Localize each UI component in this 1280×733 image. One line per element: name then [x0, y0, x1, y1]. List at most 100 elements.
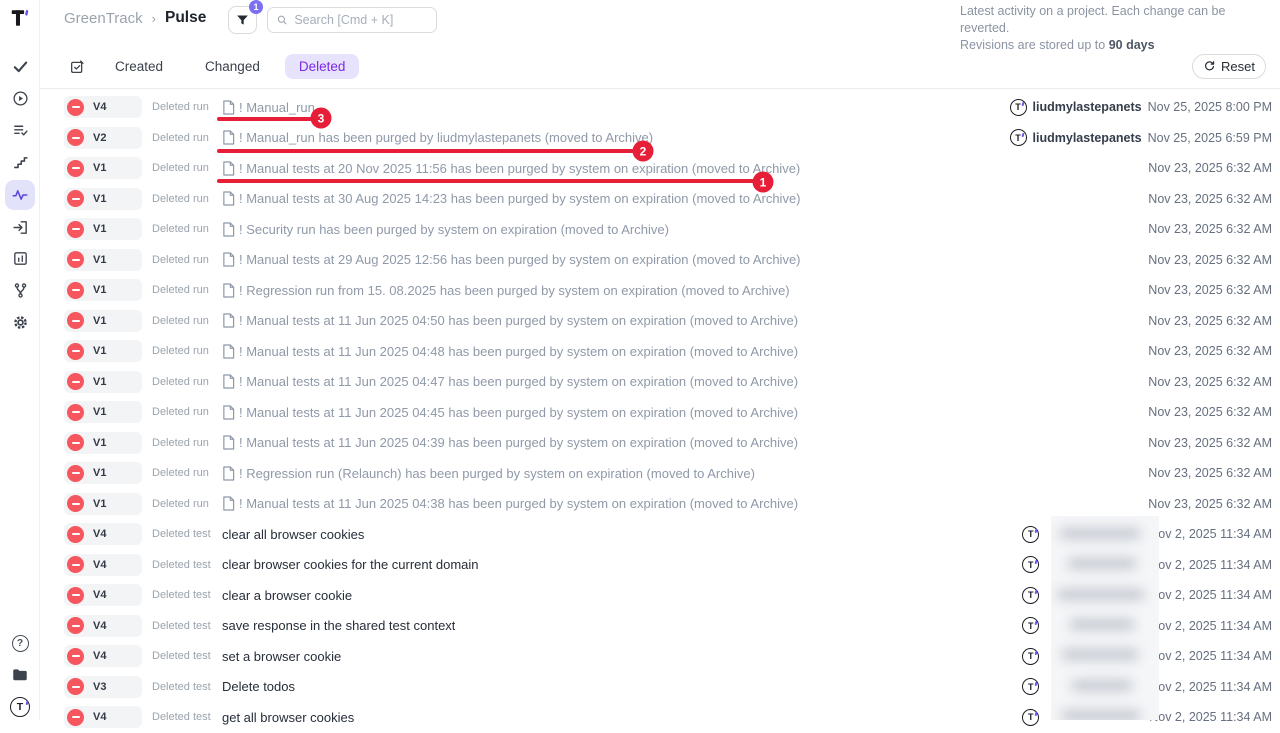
version-badge: V1 — [64, 218, 142, 240]
table-row[interactable]: V2Deleted run! Manual_run has been purge… — [40, 123, 1280, 154]
table-row[interactable]: V3Deleted testDelete todosTNov 2, 2025 1… — [40, 672, 1280, 703]
action-label: Deleted test — [152, 681, 212, 693]
entity-title: ! Manual tests at 11 Jun 2025 04:38 has … — [239, 496, 798, 511]
row-meta: TNov 2, 2025 11:34 AM — [1022, 709, 1272, 726]
entity-title: ! Manual tests at 11 Jun 2025 04:39 has … — [239, 435, 798, 450]
timestamp: Nov 23, 2025 6:32 AM — [1148, 283, 1272, 297]
file-icon — [222, 130, 235, 145]
deleted-minus-icon — [67, 343, 84, 360]
sidebar-item-branches[interactable] — [0, 274, 40, 306]
action-label: Deleted run — [152, 193, 212, 205]
table-row[interactable]: V4Deleted testclear a browser cookieTNov… — [40, 580, 1280, 611]
entity-title-wrap: ! Manual tests at 11 Jun 2025 04:48 has … — [222, 344, 798, 359]
redacted-username — [1045, 717, 1143, 718]
deleted-minus-icon — [67, 587, 84, 604]
table-row[interactable]: V1Deleted run! Manual tests at 30 Aug 20… — [40, 184, 1280, 215]
version-badge: V1 — [64, 157, 142, 179]
bar-chart-icon — [5, 243, 35, 273]
row-meta: Nov 23, 2025 6:32 AM — [1148, 405, 1272, 419]
table-row[interactable]: V1Deleted run! Manual tests at 11 Jun 20… — [40, 306, 1280, 337]
timestamp: Nov 2, 2025 11:34 AM — [1149, 649, 1272, 663]
version-badge: V1 — [64, 401, 142, 423]
row-meta: TNov 2, 2025 11:34 AM — [1022, 648, 1272, 665]
row-meta: TNov 2, 2025 11:34 AM — [1022, 556, 1272, 573]
deleted-minus-icon — [67, 434, 84, 451]
funnel-icon — [235, 13, 250, 28]
file-icon — [222, 252, 235, 267]
sidebar-item-steps[interactable] — [0, 146, 40, 178]
table-row[interactable]: V4Deleted testclear browser cookies for … — [40, 550, 1280, 581]
sidebar-item-projects[interactable] — [0, 659, 40, 691]
action-label: Deleted run — [152, 284, 212, 296]
row-meta: Nov 23, 2025 6:32 AM — [1148, 192, 1272, 206]
sidebar-item-profile[interactable]: T — [0, 691, 40, 723]
sidebar-item-pulse[interactable] — [0, 179, 40, 211]
tab-changed[interactable]: Changed — [188, 54, 277, 79]
play-circle-icon — [5, 83, 35, 113]
table-row[interactable]: V4Deleted testsave response in the share… — [40, 611, 1280, 642]
app-logo[interactable] — [0, 6, 40, 30]
table-row[interactable]: V1 Deleted run ! Regression run from 15. 0… — [40, 275, 1280, 306]
table-row[interactable]: V4Deleted testset a browser cookieTNov 2… — [40, 641, 1280, 672]
action-label: Deleted test — [152, 589, 212, 601]
table-row[interactable]: V4Deleted testclear all browser cookiesT… — [40, 519, 1280, 550]
sidebar-item-import[interactable] — [0, 211, 40, 243]
version-badge: V4 — [64, 645, 142, 667]
table-row[interactable]: V4Deleted run! Manual_runTliudmylastepan… — [40, 92, 1280, 123]
timestamp: Nov 23, 2025 6:32 AM — [1148, 405, 1272, 419]
version-label: V1 — [93, 467, 106, 479]
action-label: Deleted run — [152, 162, 212, 174]
file-icon — [222, 100, 235, 115]
breadcrumb-project-link[interactable]: GreenTrack — [64, 10, 143, 27]
main-area: GreenTrack › Pulse 1 Latest activity on … — [40, 0, 1280, 720]
entity-title-wrap: ! Regression run (Relaunch) has been pur… — [222, 466, 755, 481]
version-label: V1 — [93, 406, 106, 418]
sidebar-item-plans[interactable] — [0, 114, 40, 146]
tab-created[interactable]: Created — [98, 54, 180, 79]
reset-button[interactable]: Reset — [1192, 54, 1266, 79]
filter-count-badge: 1 — [249, 0, 263, 14]
table-row[interactable]: V1Deleted run! Manual tests at 11 Jun 20… — [40, 428, 1280, 459]
table-row[interactable]: V1Deleted run! Regression run (Relaunch)… — [40, 458, 1280, 489]
timestamp: Nov 23, 2025 6:32 AM — [1148, 436, 1272, 450]
row-meta: Nov 23, 2025 6:32 AM — [1148, 436, 1272, 450]
sidebar-item-help[interactable]: ? — [0, 627, 40, 659]
tab-deleted[interactable]: Deleted — [285, 54, 360, 79]
timestamp: Nov 2, 2025 11:34 AM — [1149, 527, 1272, 541]
avatar: T — [1022, 678, 1039, 695]
timestamp: Nov 2, 2025 11:34 AM — [1149, 588, 1272, 602]
search-input[interactable] — [294, 13, 428, 27]
breadcrumb-separator: › — [152, 11, 156, 26]
sidebar: ? T — [0, 0, 40, 720]
bulk-edit-icon[interactable] — [64, 54, 90, 80]
table-row[interactable]: V1Deleted run! Manual tests at 11 Jun 20… — [40, 336, 1280, 367]
sidebar-item-analytics[interactable] — [0, 242, 40, 274]
version-label: V1 — [93, 223, 106, 235]
file-icon — [222, 496, 235, 511]
sidebar-item-settings[interactable] — [0, 306, 40, 338]
redacted-username — [1045, 656, 1143, 657]
table-row[interactable]: V1Deleted run! Manual tests at 11 Jun 20… — [40, 489, 1280, 520]
deleted-minus-icon — [67, 251, 84, 268]
deleted-minus-icon — [67, 709, 84, 726]
row-meta: TNov 2, 2025 11:34 AM — [1022, 526, 1272, 543]
entity-title-wrap: ! Regression run from 15. 08.2025 has be… — [222, 283, 790, 298]
table-row[interactable]: V4Deleted testget all browser cookiesTNo… — [40, 702, 1280, 733]
search-box[interactable] — [267, 7, 437, 33]
version-badge: V4 — [64, 554, 142, 576]
timestamp: Nov 2, 2025 11:34 AM — [1149, 680, 1272, 694]
table-row[interactable]: V1Deleted run! Manual tests at 29 Aug 20… — [40, 245, 1280, 276]
deleted-minus-icon — [67, 495, 84, 512]
version-label: V1 — [93, 284, 106, 296]
table-row[interactable]: V1Deleted run! Manual tests at 20 Nov 20… — [40, 153, 1280, 184]
file-icon — [222, 405, 235, 420]
action-label: Deleted test — [152, 620, 212, 632]
sidebar-item-runs[interactable] — [0, 82, 40, 114]
table-row[interactable]: V1Deleted run! Security run has been pur… — [40, 214, 1280, 245]
entity-title: ! Manual tests at 11 Jun 2025 04:50 has … — [239, 313, 798, 328]
table-row[interactable]: V1Deleted run! Manual tests at 11 Jun 20… — [40, 397, 1280, 428]
redacted-username — [1045, 686, 1143, 687]
sidebar-item-tests[interactable] — [0, 50, 40, 82]
table-row[interactable]: V1Deleted run! Manual tests at 11 Jun 20… — [40, 367, 1280, 398]
avatar: T — [1022, 587, 1039, 604]
